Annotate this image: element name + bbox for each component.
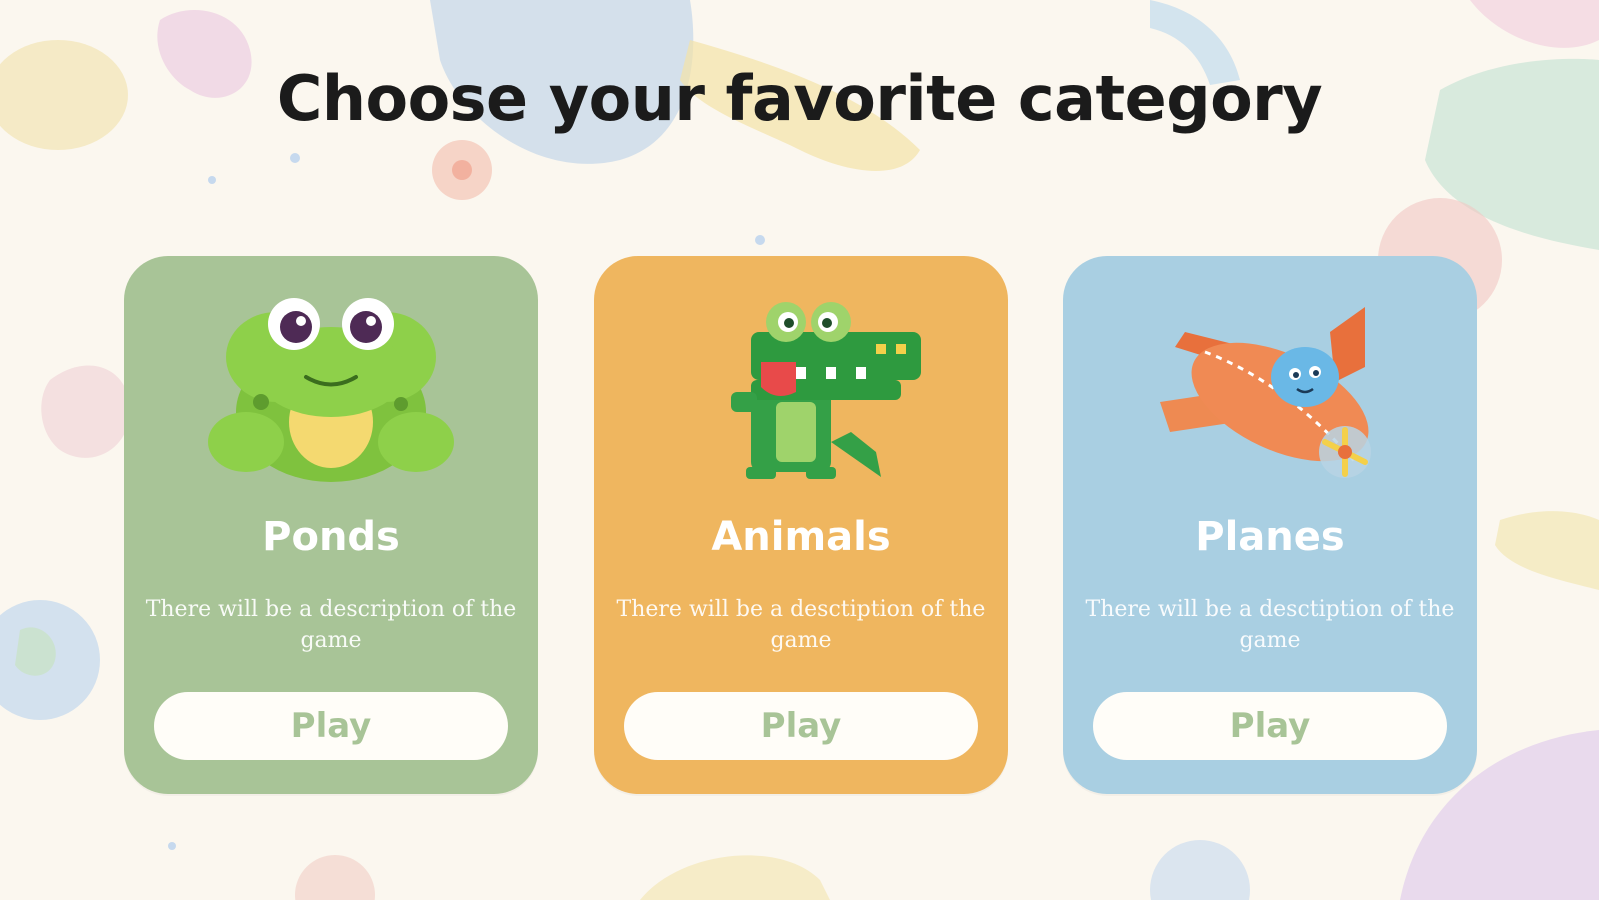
background-flower-center: [452, 160, 472, 180]
background-dino-right: [1495, 511, 1599, 590]
page-title: Choose your favorite category: [276, 62, 1323, 135]
background-dot: [168, 842, 176, 850]
background-blob-pink-left: [41, 365, 130, 458]
background-circle-pink-bottom: [295, 855, 375, 900]
card-description: There will be a description of the game: [145, 597, 517, 653]
category-card-planes: Planes There will be a desctiption of th…: [1063, 256, 1477, 794]
category-card-ponds: Ponds There will be a description of the…: [124, 256, 538, 794]
background-dot: [208, 176, 216, 184]
crocodile-icon: [731, 302, 921, 479]
category-card-animals: Animals There will be a desctiption of t…: [594, 256, 1008, 794]
card-title: Planes: [1195, 514, 1345, 560]
background-dot: [755, 235, 765, 245]
card-description: There will be a desctiption of the game: [616, 597, 986, 653]
background-blob-pink-right: [1470, 0, 1599, 48]
play-button-ponds[interactable]: Play: [154, 692, 508, 760]
game-category-screen: Choose your favorite category Ponds Ther…: [0, 0, 1599, 900]
airplane-icon: [1160, 307, 1371, 478]
background-dot: [290, 153, 300, 163]
play-button-animals[interactable]: Play: [624, 692, 978, 760]
play-button-planes[interactable]: Play: [1093, 692, 1447, 760]
card-title: Animals: [711, 514, 891, 560]
background-blob-yellow-bottom: [640, 855, 830, 900]
frog-icon: [208, 298, 454, 482]
background-circle-blue-bottom: [1150, 840, 1250, 900]
card-description: There will be a desctiption of the game: [1085, 597, 1455, 653]
card-title: Ponds: [262, 514, 400, 560]
